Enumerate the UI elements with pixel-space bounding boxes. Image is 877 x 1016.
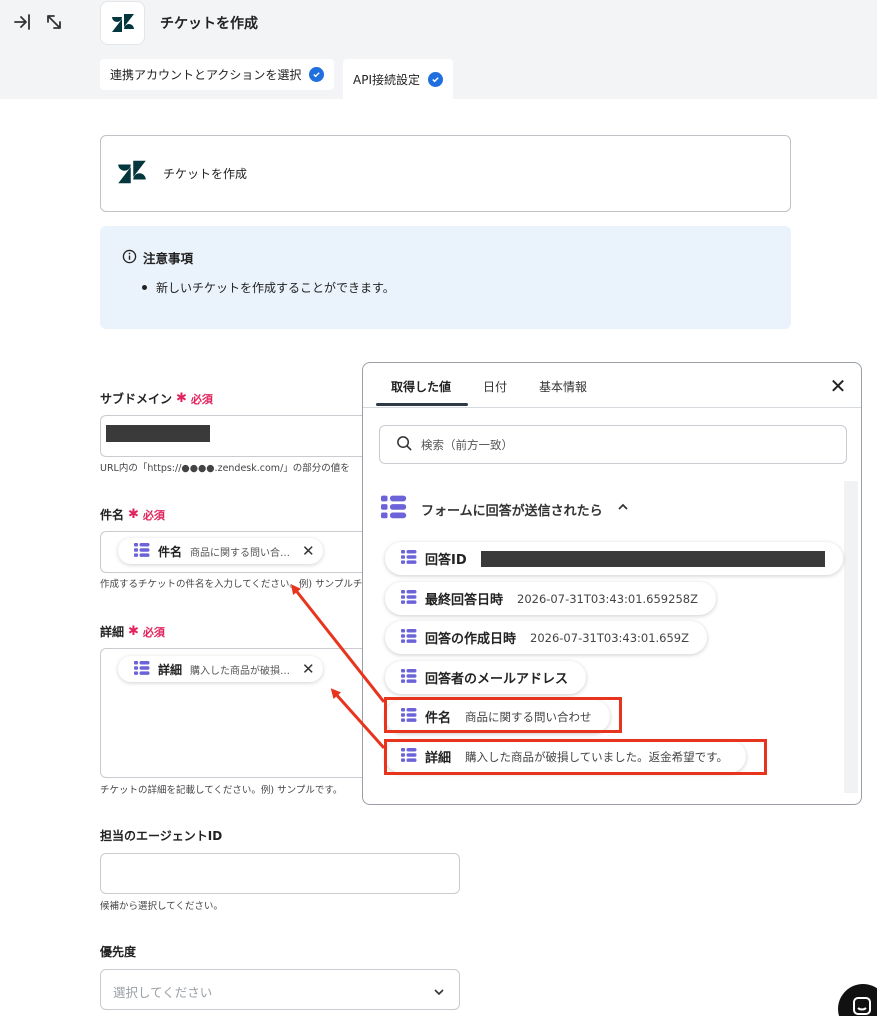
subject-label: 件名 ✱ 必須 bbox=[100, 506, 165, 523]
tab-fetched-values[interactable]: 取得した値 bbox=[391, 378, 451, 395]
chip-value: 購入した商品が破損… bbox=[190, 665, 291, 677]
tag-icon bbox=[401, 628, 417, 647]
notice-heading: 注意事項 bbox=[143, 251, 194, 266]
remove-icon[interactable]: ✕ bbox=[302, 660, 315, 678]
chevron-up-icon bbox=[617, 501, 629, 517]
value-item-respondent-email[interactable]: 回答者のメールアドレス bbox=[385, 661, 587, 694]
chip-key: 件名 bbox=[158, 544, 183, 559]
tab-date[interactable]: 日付 bbox=[483, 378, 507, 395]
subject-hint: 作成するチケットの件名を入力してください。例) サンプルチ bbox=[100, 579, 362, 590]
highlight-box-detail bbox=[384, 739, 767, 775]
redacted-value bbox=[106, 425, 210, 442]
group-label: フォームに回答が送信されたら bbox=[421, 503, 603, 519]
panel-tabs: 取得した値 日付 基本情報 bbox=[363, 363, 861, 408]
agent-hint: 候補から選択してください。 bbox=[100, 901, 223, 912]
help-chat-button[interactable] bbox=[838, 984, 877, 1016]
tag-icon bbox=[134, 542, 150, 560]
detail-label: 詳細 ✱ 必須 bbox=[100, 623, 165, 640]
required-icon: ✱ bbox=[176, 391, 187, 406]
field-label: 詳細 bbox=[100, 625, 125, 639]
tag-icon bbox=[401, 549, 417, 568]
zendesk-logo bbox=[117, 159, 147, 189]
required-badge: 必須 bbox=[190, 392, 213, 406]
close-icon[interactable]: ✕ bbox=[827, 375, 849, 397]
priority-label: 優先度 bbox=[100, 943, 136, 960]
item-value: 2026-07-31T03:43:01.659258Z bbox=[517, 591, 698, 606]
tab-label: API接続設定 bbox=[353, 72, 420, 87]
search-input[interactable]: 検索（前方一致） bbox=[379, 425, 847, 464]
select-placeholder: 選択してください bbox=[113, 985, 213, 1000]
chip-key: 詳細 bbox=[158, 662, 183, 677]
active-tab-indicator bbox=[376, 403, 468, 406]
tag-icon bbox=[401, 668, 417, 687]
tab-account-action[interactable]: 連携アカウントとアクションを選択 bbox=[100, 59, 335, 90]
value-item-last-answered[interactable]: 最終回答日時 2026-07-31T03:43:01.659258Z bbox=[385, 582, 716, 615]
notice-item: 新しいチケットを作成することができます。 bbox=[142, 279, 769, 296]
subdomain-input[interactable] bbox=[100, 415, 362, 457]
item-value: 2026-07-31T03:43:01.659Z bbox=[530, 630, 690, 645]
field-label: 件名 bbox=[100, 508, 125, 522]
agent-id-input[interactable] bbox=[100, 853, 460, 894]
required-icon: ✱ bbox=[128, 624, 139, 639]
required-icon: ✱ bbox=[128, 507, 139, 522]
action-title: チケットを作成 bbox=[163, 167, 248, 181]
detail-hint: チケットの詳細を記載してください。例) サンプルです。 bbox=[100, 785, 343, 796]
field-label: 優先度 bbox=[100, 945, 137, 959]
value-item-response-id[interactable]: 回答ID bbox=[385, 542, 843, 575]
value-item-created-at[interactable]: 回答の作成日時 2026-07-31T03:43:01.659Z bbox=[385, 621, 708, 654]
subject-variable-chip[interactable]: 件名 商品に関する問い合… ✕ bbox=[118, 538, 323, 564]
field-label: サブドメイン bbox=[100, 392, 173, 406]
tab-basic-info[interactable]: 基本情報 bbox=[539, 378, 587, 395]
remove-icon[interactable]: ✕ bbox=[302, 542, 315, 560]
page-title: チケットを作成 bbox=[160, 16, 258, 32]
collapse-panel-icon[interactable] bbox=[10, 10, 34, 34]
chevron-down-icon bbox=[433, 983, 445, 1002]
action-card: チケットを作成 bbox=[100, 135, 791, 212]
priority-select[interactable]: 選択してください bbox=[100, 969, 460, 1010]
zendesk-logo bbox=[100, 1, 145, 45]
search-icon bbox=[396, 435, 413, 455]
item-key: 回答者のメールアドレス bbox=[425, 672, 569, 687]
check-icon bbox=[309, 67, 325, 82]
check-icon bbox=[428, 71, 443, 87]
trigger-group-header[interactable]: フォームに回答が送信されたら bbox=[381, 495, 629, 523]
tab-label: 連携アカウントとアクションを選択 bbox=[110, 68, 302, 82]
subdomain-hint: URL内の「https://●●●●.zendesk.com/」の部分の値を bbox=[100, 463, 350, 474]
required-badge: 必須 bbox=[142, 625, 165, 639]
tab-api-settings[interactable]: API接続設定 bbox=[343, 59, 453, 99]
highlight-box-subject bbox=[384, 697, 622, 733]
top-bar: チケットを作成 連携アカウントとアクションを選択 API接続設定 bbox=[0, 0, 877, 99]
item-key: 回答の作成日時 bbox=[425, 632, 517, 647]
subdomain-label: サブドメイン ✱ 必須 bbox=[100, 390, 213, 407]
required-badge: 必須 bbox=[142, 508, 165, 522]
chip-value: 商品に関する問い合… bbox=[190, 547, 291, 559]
expand-icon[interactable] bbox=[42, 10, 66, 34]
detail-variable-chip[interactable]: 詳細 購入した商品が破損… ✕ bbox=[118, 656, 323, 682]
notice-box: 注意事項 新しいチケットを作成することができます。 bbox=[100, 226, 791, 329]
search-placeholder: 検索（前方一致） bbox=[421, 437, 513, 452]
tag-icon bbox=[381, 495, 407, 523]
agent-label: 担当のエージェントID bbox=[100, 827, 222, 844]
info-icon bbox=[122, 249, 137, 267]
item-key: 回答ID bbox=[425, 553, 467, 568]
field-label: 担当のエージェントID bbox=[100, 829, 223, 843]
scrollbar[interactable] bbox=[844, 481, 858, 793]
redacted-value bbox=[480, 550, 825, 567]
tag-icon bbox=[401, 589, 417, 608]
tag-icon bbox=[134, 660, 150, 678]
item-key: 最終回答日時 bbox=[425, 593, 504, 608]
